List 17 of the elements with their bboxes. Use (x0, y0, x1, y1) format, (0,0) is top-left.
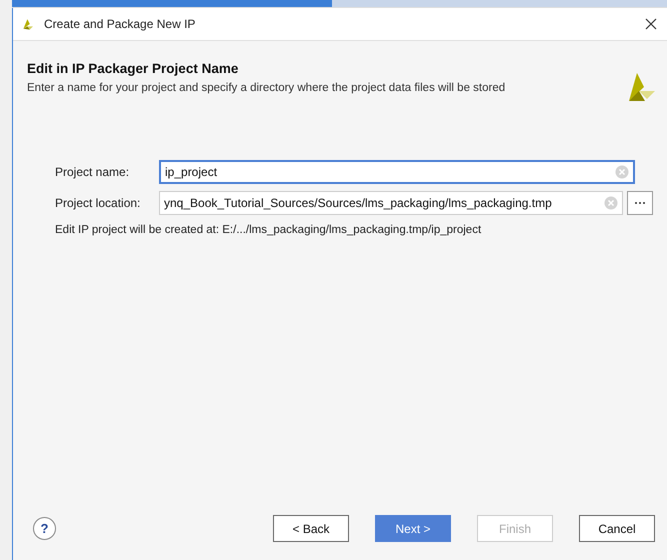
browse-button[interactable] (627, 191, 653, 215)
input-field[interactable]: ip_project (159, 160, 635, 184)
dialog-button[interactable]: Next > (375, 515, 451, 542)
page-heading: Edit in IP Packager Project Name (27, 61, 240, 76)
clear-icon[interactable] (615, 165, 629, 179)
info-text: Edit IP project will be created at: E:/.../lms_packaging/lms_packaging.tmp/ip_project (55, 224, 482, 236)
field-label: Project name: (55, 165, 130, 179)
dialog-button[interactable]: < Back (273, 515, 349, 542)
input-field[interactable]: ynq_Book_Tutorial_Sources/Sources/lms_packaging/lms_packaging.tmp (159, 191, 623, 215)
ellipsis-icon (634, 201, 646, 205)
page-description: Enter a name for your project and specify a directory where the project data files will be stored (27, 82, 506, 94)
field-label: Project location: (55, 196, 142, 210)
window-title: Create and Package New IP (44, 17, 196, 31)
help-button[interactable]: ? (33, 517, 56, 540)
dialog-button[interactable]: Cancel (579, 515, 655, 542)
close-icon[interactable] (643, 16, 659, 32)
clear-icon[interactable] (604, 196, 618, 210)
